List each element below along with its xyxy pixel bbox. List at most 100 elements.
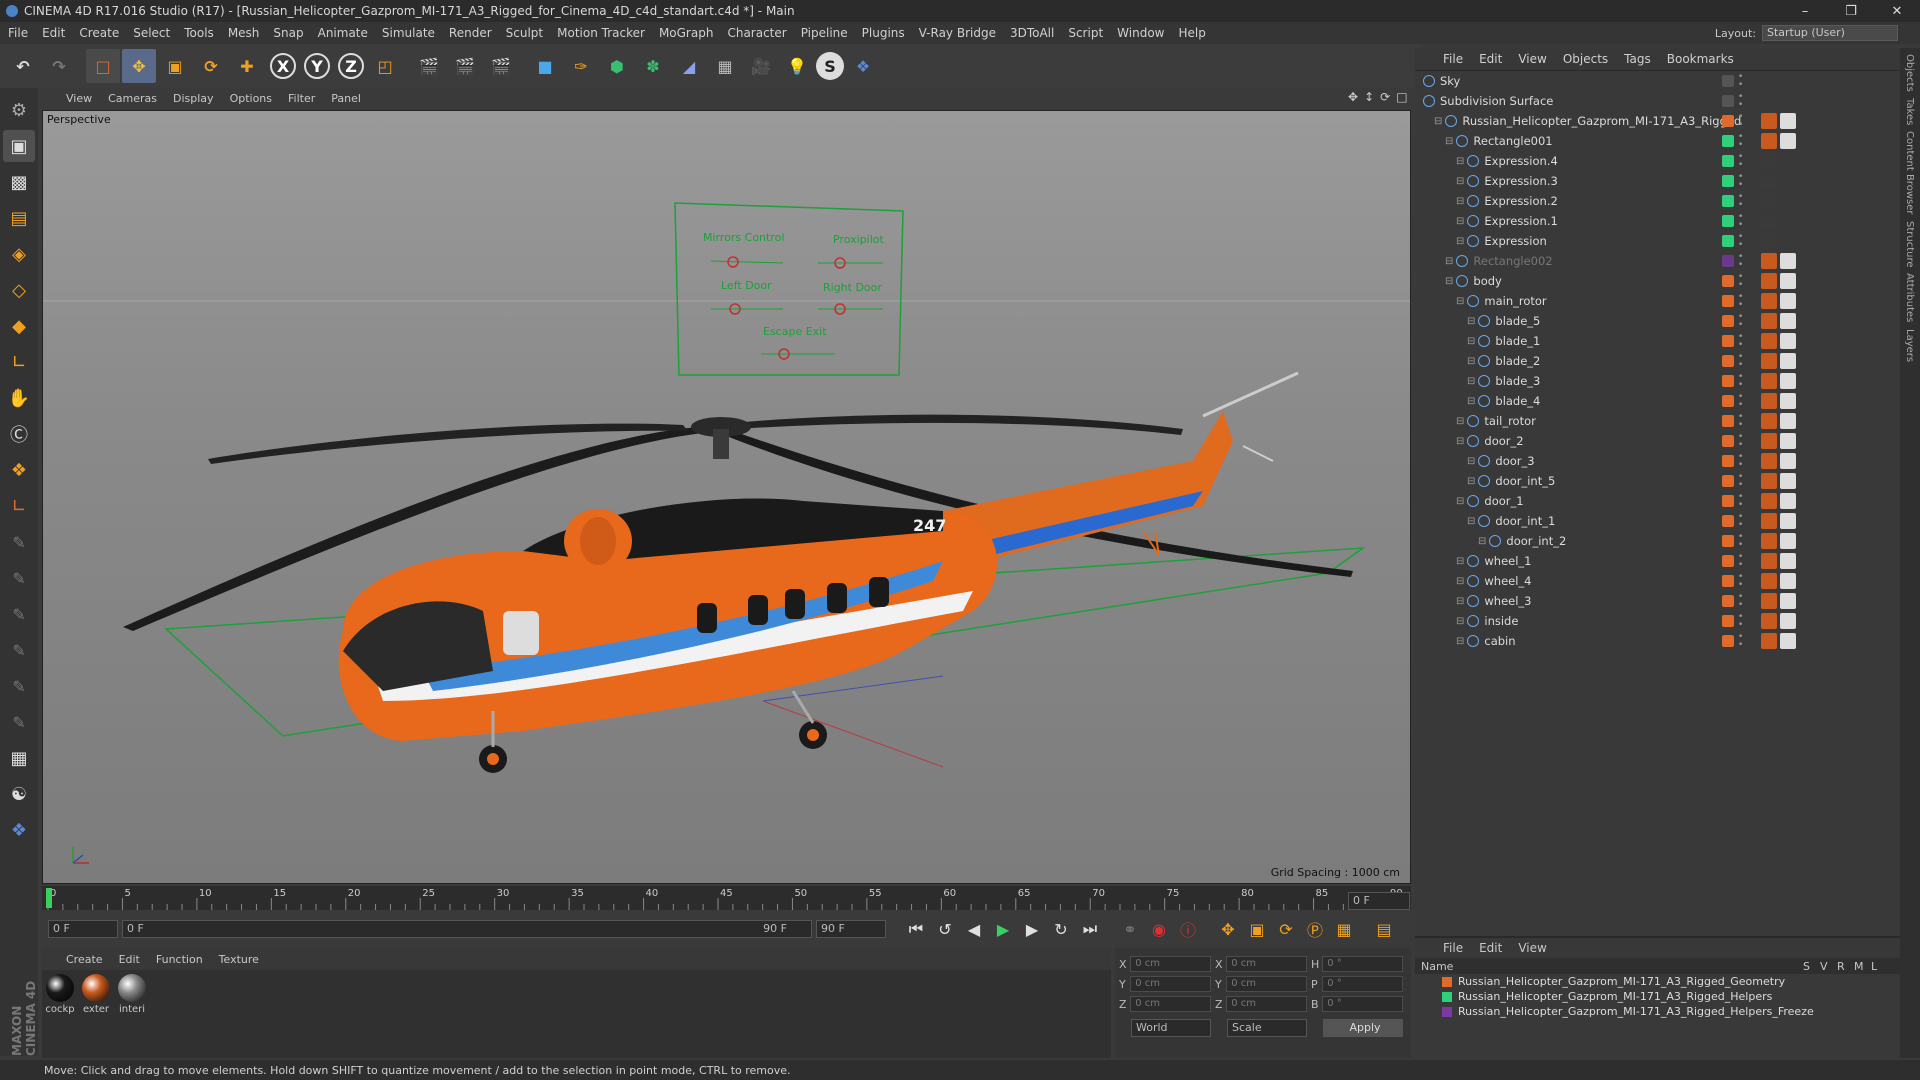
visibility-dots-icon[interactable]: • • xyxy=(1738,233,1744,250)
autokey-button[interactable]: ◉ xyxy=(1145,916,1173,942)
current-frame-readout[interactable]: 0 F xyxy=(1348,892,1410,910)
material-tag-icon[interactable] xyxy=(1761,293,1777,309)
object-row[interactable]: ⊟ Expression.2 • • xyxy=(1415,191,1900,211)
rotation-key-button[interactable]: ⟳ xyxy=(1272,916,1300,942)
visibility-dots-icon[interactable]: • • xyxy=(1738,213,1744,230)
layer-row[interactable]: Russian_Helicopter_Gazprom_MI-171_A3_Rig… xyxy=(1415,989,1900,1004)
object-row[interactable]: ⊟ Expression.1 • • xyxy=(1415,211,1900,231)
move-tool-button[interactable]: ✥ xyxy=(122,49,156,83)
visibility-dots-icon[interactable]: • • xyxy=(1738,553,1744,570)
viewport-menu-display[interactable]: Display xyxy=(173,92,214,105)
coordinate-value-field[interactable]: 0 cm xyxy=(1226,976,1307,992)
visibility-dots-icon[interactable]: • • xyxy=(1738,513,1744,530)
rotate-tool-button[interactable]: ⟳ xyxy=(194,49,228,83)
menu-help[interactable]: Help xyxy=(1178,26,1205,40)
material-tag-icon[interactable] xyxy=(1780,513,1796,529)
side-tab-attributes[interactable]: Attributes xyxy=(1904,273,1915,322)
visibility-dots-icon[interactable]: • • xyxy=(1738,593,1744,610)
layer-color-swatch[interactable] xyxy=(1722,535,1734,547)
minimize-button[interactable]: – xyxy=(1782,0,1828,22)
menu-render[interactable]: Render xyxy=(449,26,492,40)
visibility-dots-icon[interactable]: • • xyxy=(1738,633,1744,650)
object-row[interactable]: ⊟ door_2 • • xyxy=(1415,431,1900,451)
apply-button[interactable]: Apply xyxy=(1323,1019,1403,1037)
material-menu-texture[interactable]: Texture xyxy=(219,953,259,966)
object-menu-file[interactable]: File xyxy=(1443,52,1463,66)
controller-panel[interactable]: Mirrors Control Proxipilot Left Door Rig… xyxy=(674,202,904,376)
side-tab-layers[interactable]: Layers xyxy=(1904,329,1915,362)
visibility-dots-icon[interactable]: • • xyxy=(1738,313,1744,330)
layer-color-swatch[interactable] xyxy=(1722,495,1734,507)
material-tag-icon[interactable] xyxy=(1780,433,1796,449)
brush-icon[interactable]: ✎ xyxy=(3,526,35,558)
object-row[interactable]: ⊟ Rectangle002 • • xyxy=(1415,251,1900,271)
viewport-menu-cameras[interactable]: Cameras xyxy=(108,92,157,105)
expand-toggle-icon[interactable]: ⊟ xyxy=(1456,636,1464,647)
layer-color-swatch[interactable] xyxy=(1722,415,1734,427)
object-row[interactable]: ⊟ wheel_1 • • xyxy=(1415,551,1900,571)
material-tag-icon[interactable] xyxy=(1780,613,1796,629)
expand-toggle-icon[interactable]: ⊟ xyxy=(1467,376,1475,387)
visibility-dots-icon[interactable]: • • xyxy=(1738,453,1744,470)
transform-tool-button[interactable]: ✚ xyxy=(230,49,264,83)
points-mode-icon[interactable]: ◈ xyxy=(3,238,35,270)
timeline-window-button[interactable]: ▤ xyxy=(1370,916,1398,942)
expand-toggle-icon[interactable]: ⊟ xyxy=(1456,576,1464,587)
menu-script[interactable]: Script xyxy=(1068,26,1103,40)
object-menu-edit[interactable]: Edit xyxy=(1479,52,1502,66)
coordinate-value-field[interactable]: 0 ° xyxy=(1322,956,1403,972)
object-row[interactable]: ⊟ door_3 • • xyxy=(1415,451,1900,471)
deformer-button[interactable]: ◢ xyxy=(672,49,706,83)
layer-color-swatch[interactable] xyxy=(1442,976,1452,987)
material-tag-icon[interactable] xyxy=(1761,433,1777,449)
layer-color-swatch[interactable] xyxy=(1722,575,1734,587)
expand-toggle-icon[interactable]: ⊟ xyxy=(1467,516,1475,527)
object-row[interactable]: ⊟ door_1 • • xyxy=(1415,491,1900,511)
material-tag-icon[interactable] xyxy=(1780,333,1796,349)
visibility-dots-icon[interactable]: • • xyxy=(1738,113,1744,130)
material-tag-icon[interactable] xyxy=(1780,253,1796,269)
expand-toggle-icon[interactable]: ⊟ xyxy=(1456,296,1464,307)
material-tag-icon[interactable] xyxy=(1780,393,1796,409)
material-tag-icon[interactable] xyxy=(1780,493,1796,509)
light-object-button[interactable]: 💡 xyxy=(780,49,814,83)
material-tag-icon[interactable] xyxy=(1761,333,1777,349)
record-keys-button[interactable]: ⚭ xyxy=(1116,916,1144,942)
render-view-button[interactable]: 🎬 xyxy=(412,49,446,83)
x-axis-lock-button[interactable]: X xyxy=(270,53,296,79)
material-tag-icon[interactable] xyxy=(1780,413,1796,429)
axis-mode-icon[interactable]: ∟ xyxy=(3,346,35,378)
menu-animate[interactable]: Animate xyxy=(318,26,368,40)
material-tag-icon[interactable] xyxy=(1780,473,1796,489)
material-tag-icon[interactable] xyxy=(1780,113,1796,129)
material-tag-icon[interactable] xyxy=(1761,153,1777,169)
coordinate-value-field[interactable]: 0 cm xyxy=(1130,956,1211,972)
coordinate-system-button[interactable]: ◰ xyxy=(368,49,402,83)
material-tag-icon[interactable] xyxy=(1761,453,1777,469)
expand-toggle-icon[interactable]: ⊟ xyxy=(1478,536,1486,547)
object-row[interactable]: ⊟ Expression • • xyxy=(1415,231,1900,251)
material-tag-icon[interactable] xyxy=(1761,233,1777,249)
material-tag-icon[interactable] xyxy=(1761,393,1777,409)
live-selection-button[interactable]: □ xyxy=(86,49,120,83)
layer-color-swatch[interactable] xyxy=(1722,135,1734,147)
visibility-dots-icon[interactable]: • • xyxy=(1738,373,1744,390)
material-tag-icon[interactable] xyxy=(1761,493,1777,509)
layer-color-swatch[interactable] xyxy=(1722,615,1734,627)
expand-toggle-icon[interactable]: ⊟ xyxy=(1445,276,1453,287)
object-row[interactable]: ⊟ wheel_4 • • xyxy=(1415,571,1900,591)
expand-toggle-icon[interactable]: ⊟ xyxy=(1456,216,1464,227)
layer-color-swatch[interactable] xyxy=(1722,515,1734,527)
material-tag-icon[interactable] xyxy=(1761,533,1777,549)
layer-color-swatch[interactable] xyxy=(1722,215,1734,227)
layout-dropdown[interactable]: Startup (User) xyxy=(1762,25,1898,41)
scale-tool-button[interactable]: ▣ xyxy=(158,49,192,83)
menu-create[interactable]: Create xyxy=(79,26,119,40)
material-tag-icon[interactable] xyxy=(1780,593,1796,609)
object-row[interactable]: ⊟ door_int_5 • • xyxy=(1415,471,1900,491)
zoom-view-icon[interactable]: ↕ xyxy=(1364,90,1374,104)
menu-3dtoall[interactable]: 3DToAll xyxy=(1010,26,1054,40)
layer-color-swatch[interactable] xyxy=(1722,175,1734,187)
object-row[interactable]: ⊟ cabin • • xyxy=(1415,631,1900,651)
expand-toggle-icon[interactable]: ⊟ xyxy=(1467,356,1475,367)
